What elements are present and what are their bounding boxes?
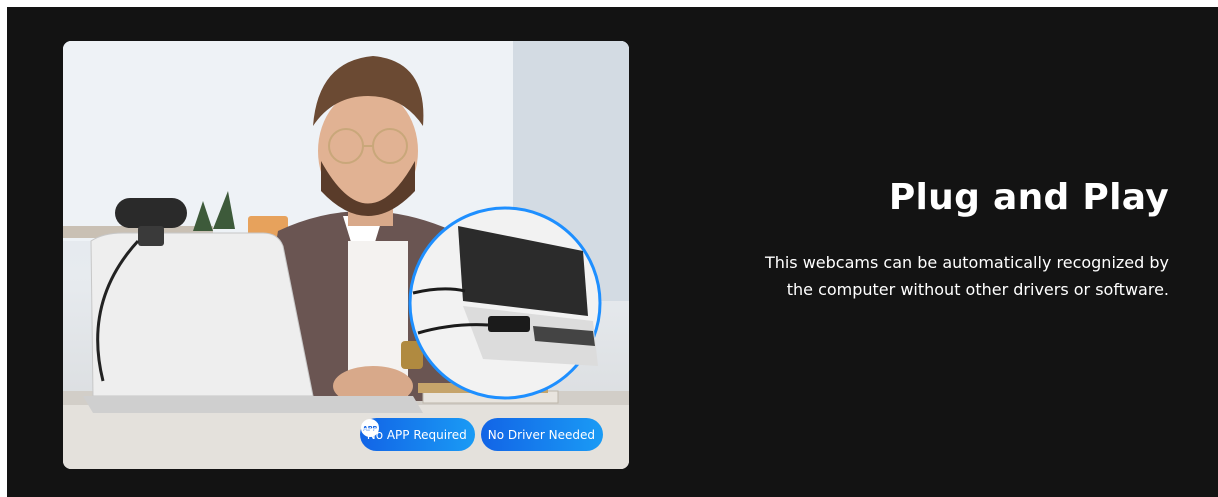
feature-description: This webcams can be automatically recogn… (649, 249, 1169, 303)
badge-no-driver: No Driver Needed (361, 418, 603, 451)
feature-badges: APP No APP Required No Driver Needed (359, 418, 603, 451)
product-photo: APP No APP Required No Driver Needed (63, 41, 629, 469)
badge-no-driver-label: No Driver Needed (487, 427, 595, 442)
description-line-2: the computer without other drivers or so… (786, 280, 1169, 299)
drive-icon (361, 422, 379, 434)
badge-no-app-label: No APP Required (366, 427, 467, 442)
description-line-1: This webcams can be automatically recogn… (764, 253, 1169, 272)
product-banner: APP No APP Required No Driver Needed Plu… (7, 7, 1218, 497)
page-title: Plug and Play (888, 177, 1169, 218)
photo-illustration (63, 41, 629, 469)
